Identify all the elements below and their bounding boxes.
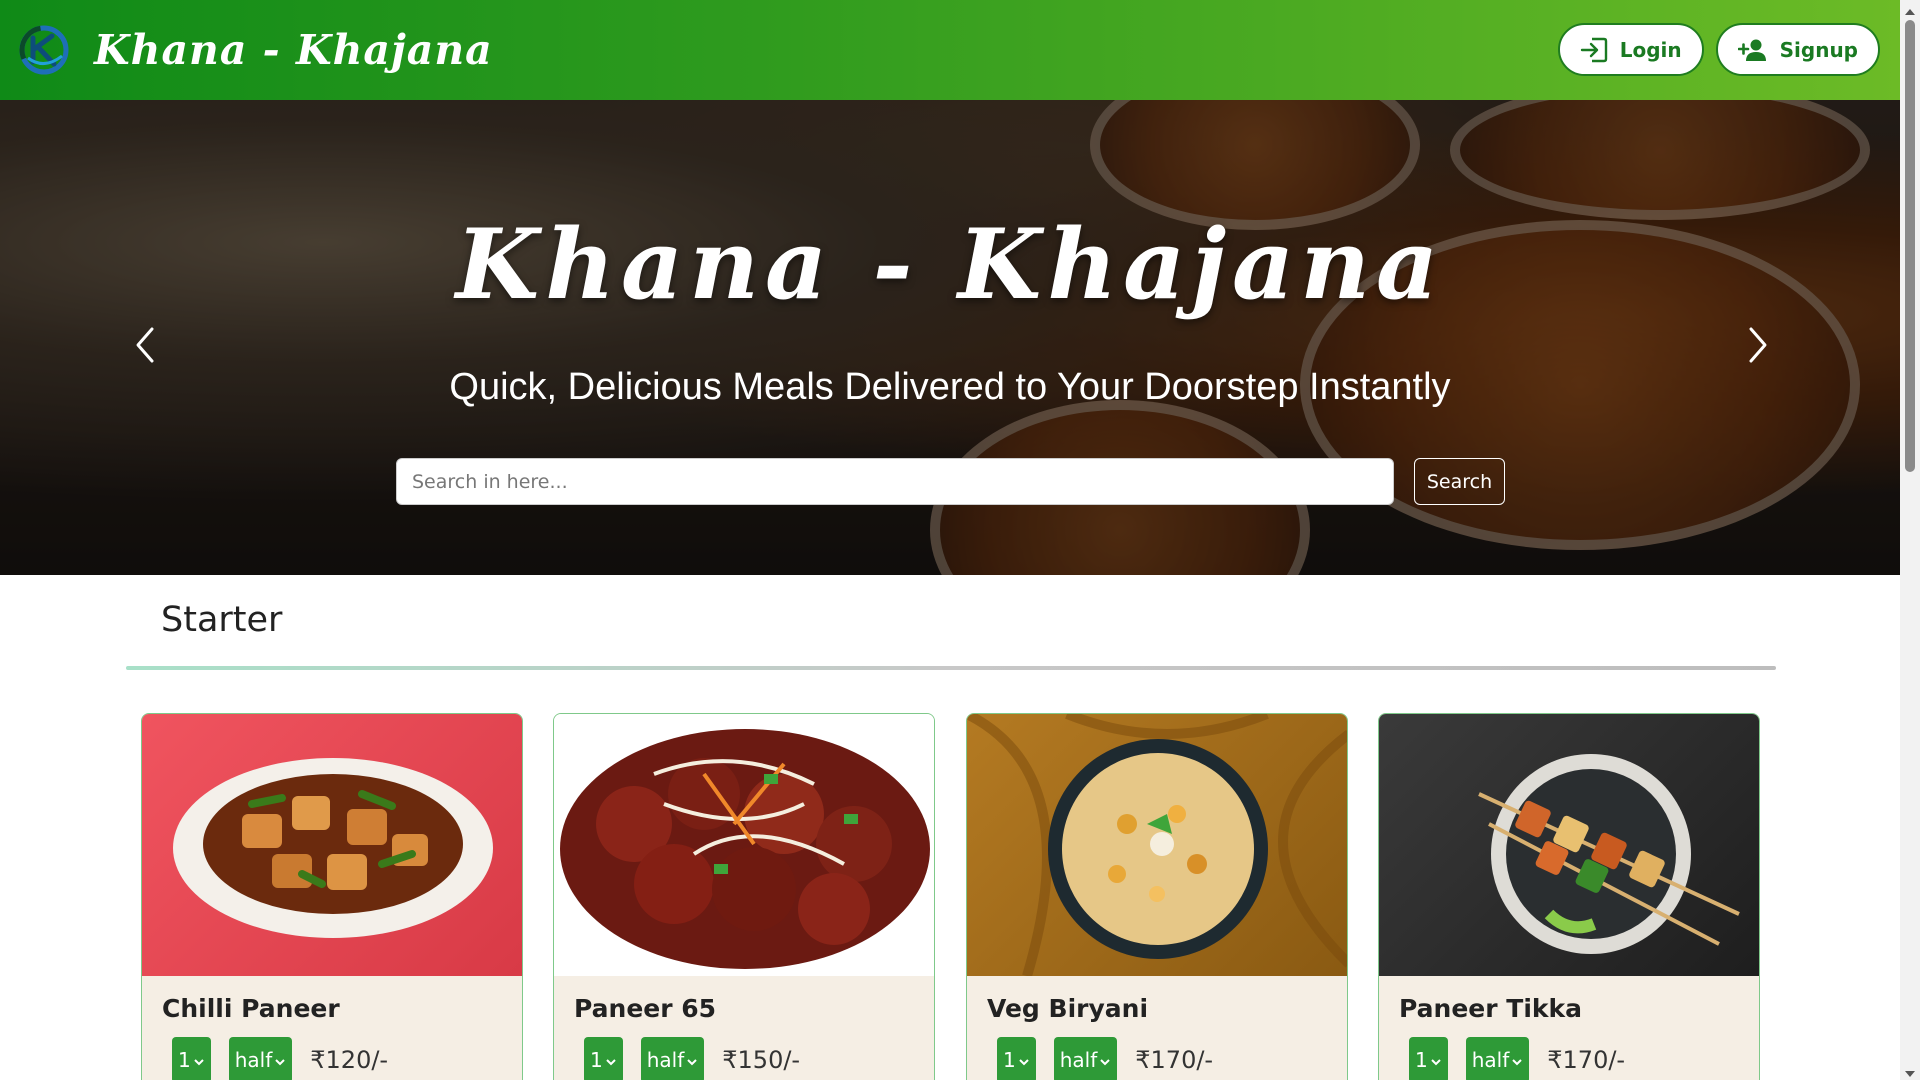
page: Khana - Khajana Login Signup Khana - Kha… bbox=[0, 0, 1900, 1080]
food-name: Veg Biryani bbox=[987, 994, 1149, 1023]
quantity-value: 1 bbox=[1415, 1048, 1428, 1072]
food-name: Chilli Paneer bbox=[162, 994, 340, 1023]
size-select[interactable]: half bbox=[1465, 1037, 1530, 1080]
scroll-down-arrow-icon[interactable] bbox=[1904, 1066, 1916, 1077]
chevron-down-icon bbox=[605, 1048, 617, 1072]
chevron-down-icon bbox=[1430, 1048, 1442, 1072]
add-user-icon bbox=[1737, 38, 1768, 62]
quantity-value: 1 bbox=[178, 1048, 191, 1072]
search-button[interactable]: Search bbox=[1414, 458, 1505, 505]
quantity-select[interactable]: 1 bbox=[997, 1037, 1036, 1080]
brand-name[interactable]: Khana - Khajana bbox=[94, 26, 493, 74]
food-image bbox=[967, 714, 1347, 976]
food-name: Paneer 65 bbox=[574, 994, 717, 1023]
scrollbar-thumb[interactable] bbox=[1905, 20, 1915, 472]
chevron-down-icon bbox=[193, 1048, 205, 1072]
page-scrollbar[interactable] bbox=[1900, 0, 1920, 1080]
food-price: ₹170/- bbox=[1547, 1046, 1626, 1074]
quantity-select[interactable]: 1 bbox=[1409, 1037, 1448, 1080]
navbar: Khana - Khajana Login Signup bbox=[0, 0, 1900, 100]
hero-title: Khana - Khajana bbox=[455, 208, 1445, 321]
search-input[interactable] bbox=[396, 458, 1394, 505]
quantity-value: 1 bbox=[590, 1048, 603, 1072]
chevron-down-icon bbox=[1099, 1048, 1111, 1072]
size-select[interactable]: half bbox=[228, 1037, 293, 1080]
signup-label: Signup bbox=[1779, 37, 1858, 62]
size-select[interactable]: half bbox=[1053, 1037, 1118, 1080]
login-button[interactable]: Login bbox=[1557, 23, 1704, 76]
quantity-select[interactable]: 1 bbox=[172, 1037, 211, 1080]
food-image bbox=[142, 714, 522, 976]
food-price: ₹150/- bbox=[722, 1046, 801, 1074]
size-value: half bbox=[1471, 1048, 1510, 1072]
quantity-select[interactable]: 1 bbox=[584, 1037, 623, 1080]
food-card[interactable]: Paneer 65 1 half ₹150/- bbox=[553, 713, 935, 1080]
food-price: ₹120/- bbox=[310, 1046, 389, 1074]
nav-actions: Login Signup bbox=[1557, 23, 1880, 76]
login-label: Login bbox=[1619, 37, 1682, 62]
hero-subtitle: Quick, Delicious Meals Delivered to Your… bbox=[449, 366, 1451, 408]
chevron-down-icon bbox=[274, 1048, 286, 1072]
food-image bbox=[554, 714, 934, 976]
scroll-up-arrow-icon[interactable] bbox=[1904, 4, 1916, 15]
food-card[interactable]: Paneer Tikka 1 half ₹170/- bbox=[1378, 713, 1760, 1080]
size-value: half bbox=[646, 1048, 685, 1072]
food-name: Paneer Tikka bbox=[1399, 994, 1583, 1023]
section-divider bbox=[126, 666, 1776, 670]
size-value: half bbox=[1059, 1048, 1098, 1072]
hero-carousel: Khana - Khajana Quick, Delicious Meals D… bbox=[0, 100, 1900, 575]
food-card[interactable]: Veg Biryani 1 half ₹170/- bbox=[966, 713, 1348, 1080]
food-card[interactable]: Chilli Paneer 1 half ₹120/- bbox=[141, 713, 523, 1080]
brand-logo[interactable] bbox=[18, 22, 70, 78]
size-select[interactable]: half bbox=[640, 1037, 705, 1080]
quantity-value: 1 bbox=[1003, 1048, 1016, 1072]
food-price: ₹170/- bbox=[1135, 1046, 1214, 1074]
browser-viewport: Khana - Khajana Login Signup Khana - Kha… bbox=[0, 0, 1920, 1080]
chevron-down-icon bbox=[1511, 1048, 1523, 1072]
food-image bbox=[1379, 714, 1759, 976]
size-value: half bbox=[234, 1048, 273, 1072]
signup-button[interactable]: Signup bbox=[1715, 23, 1880, 76]
login-icon bbox=[1580, 37, 1608, 63]
chevron-down-icon bbox=[686, 1048, 698, 1072]
chevron-down-icon bbox=[1018, 1048, 1030, 1072]
section-title: Starter bbox=[161, 600, 283, 640]
